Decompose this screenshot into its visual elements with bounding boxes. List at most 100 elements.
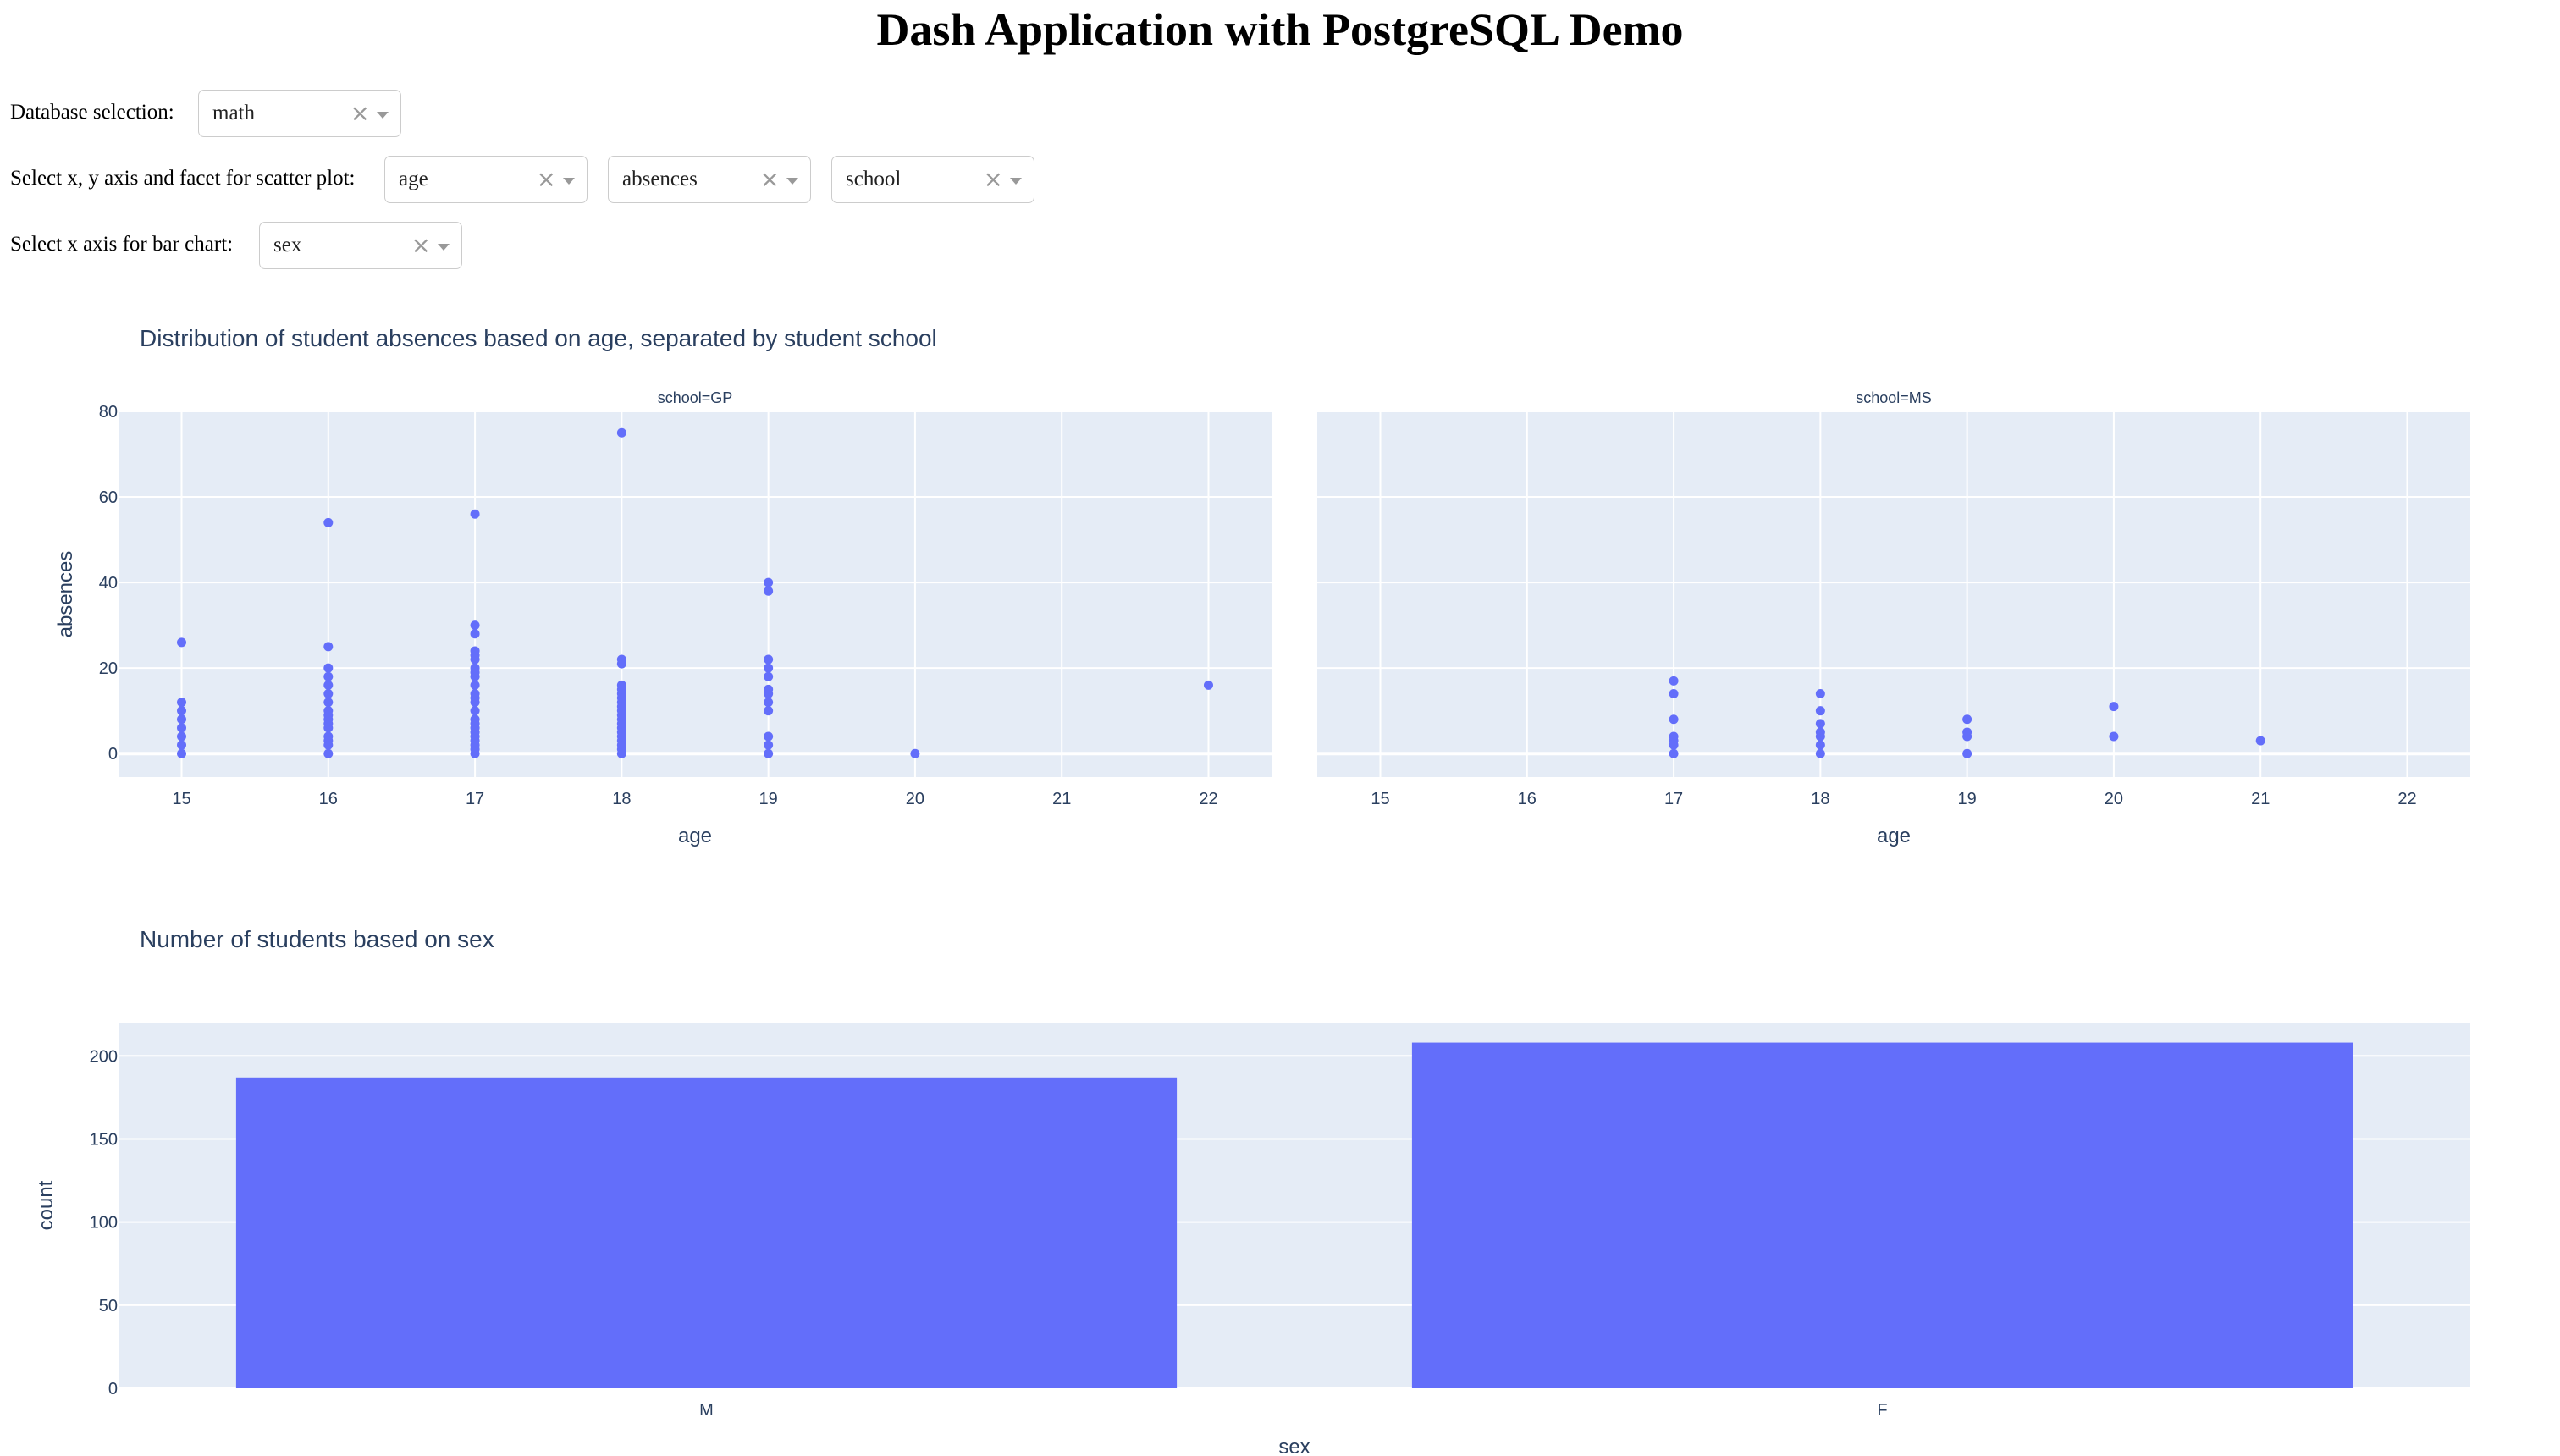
x-tick-label: 17	[1664, 790, 1683, 808]
scatter-x-dropdown[interactable]: age ×	[384, 156, 588, 203]
data-point	[177, 698, 187, 708]
close-icon[interactable]: ×	[760, 165, 780, 194]
chevron-down-icon[interactable]	[563, 178, 575, 185]
bar-x-dropdown-value: sex	[273, 234, 302, 256]
data-point	[764, 748, 774, 758]
data-point	[1815, 748, 1825, 758]
data-point	[764, 706, 774, 716]
x-tick-label: 15	[1371, 790, 1389, 808]
x-tick-label: 15	[172, 790, 190, 808]
data-point	[323, 671, 334, 681]
data-point	[323, 688, 334, 698]
data-point	[177, 637, 187, 648]
data-point	[764, 654, 774, 665]
data-point	[764, 740, 774, 750]
database-dropdown-value: math	[212, 102, 255, 124]
data-point	[177, 723, 187, 733]
bar-controls-label: Select x axis for bar chart:	[10, 233, 234, 256]
data-point	[2255, 736, 2265, 746]
chart-title: Distribution of student absences based o…	[140, 325, 937, 351]
data-point	[1962, 727, 1972, 737]
data-point	[323, 680, 334, 690]
scatter-facet-dropdown[interactable]: school ×	[831, 156, 1034, 203]
data-point	[323, 731, 334, 742]
chevron-down-icon[interactable]	[377, 112, 389, 119]
data-point	[470, 646, 480, 656]
chevron-down-icon[interactable]	[786, 178, 798, 185]
data-point	[1815, 740, 1825, 750]
data-point	[1815, 706, 1825, 716]
data-point	[470, 663, 480, 673]
facet-label: school=MS	[1856, 389, 1932, 406]
data-point	[764, 577, 774, 587]
x-tick-label: 22	[1199, 790, 1217, 808]
x-tick-label: 21	[1052, 790, 1071, 808]
chevron-down-icon[interactable]	[1010, 178, 1022, 185]
x-tick-label: 17	[466, 790, 484, 808]
data-point	[1962, 714, 1972, 725]
data-point	[470, 620, 480, 631]
data-point	[1815, 719, 1825, 729]
x-tick-label: 18	[1811, 790, 1829, 808]
data-point	[764, 663, 774, 673]
data-point	[764, 698, 774, 708]
data-point	[323, 642, 334, 652]
y-tick-label: 40	[99, 574, 118, 593]
data-point	[470, 629, 480, 639]
data-point	[470, 714, 480, 725]
x-tick-label: 18	[612, 790, 631, 808]
database-selection-label: Database selection:	[10, 101, 174, 124]
data-point	[177, 706, 187, 716]
x-tick-label: 19	[1958, 790, 1977, 808]
data-point	[910, 748, 920, 758]
x-tick-label: 16	[319, 790, 338, 808]
data-point	[470, 706, 480, 716]
scatter-y-dropdown[interactable]: absences ×	[608, 156, 811, 203]
scatter-facet-dropdown-value: school	[846, 168, 902, 190]
y-axis-label: absences	[54, 551, 77, 638]
data-point	[1203, 680, 1213, 690]
y-tick-label: 100	[90, 1214, 118, 1233]
data-point	[616, 680, 626, 690]
plot-area	[119, 411, 1272, 777]
y-tick-label: 0	[108, 745, 118, 764]
data-point	[323, 663, 334, 673]
data-point	[1669, 714, 1679, 725]
bar-chart[interactable]: Number of students based on sex 0 50 100 150…	[0, 914, 2560, 1456]
y-tick-label: 20	[99, 659, 118, 678]
plot-area	[1317, 411, 2470, 777]
x-axis-label: age	[678, 825, 712, 847]
database-dropdown[interactable]: math ×	[198, 90, 401, 137]
data-point	[177, 714, 187, 725]
x-tick-label: 22	[2397, 790, 2416, 808]
x-axis-label: sex	[1278, 1436, 1310, 1456]
data-point	[177, 731, 187, 742]
data-point	[616, 654, 626, 665]
data-point	[177, 748, 187, 758]
data-point	[323, 748, 334, 758]
data-point	[470, 688, 480, 698]
data-point	[764, 684, 774, 694]
chevron-down-icon[interactable]	[438, 244, 450, 251]
close-icon[interactable]: ×	[411, 231, 431, 260]
data-point	[470, 509, 480, 519]
bar-x-dropdown[interactable]: sex ×	[259, 222, 462, 269]
facet-label: school=GP	[658, 389, 733, 406]
close-icon[interactable]: ×	[350, 99, 370, 128]
scatter-y-dropdown-value: absences	[622, 168, 698, 190]
data-point	[323, 517, 334, 527]
x-tick-label: 20	[906, 790, 924, 808]
data-point	[1815, 727, 1825, 737]
scatter-chart[interactable]: Distribution of student absences based o…	[0, 305, 2560, 863]
close-icon[interactable]: ×	[537, 165, 556, 194]
y-tick-label: 50	[99, 1297, 118, 1315]
close-icon[interactable]: ×	[984, 165, 1003, 194]
data-point	[2109, 702, 2119, 712]
y-axis-label: count	[35, 1180, 58, 1230]
scatter-x-dropdown-value: age	[399, 168, 428, 190]
data-point	[764, 671, 774, 681]
data-point	[2109, 731, 2119, 742]
data-point	[1669, 731, 1679, 742]
x-tick-label: 19	[759, 790, 778, 808]
data-point	[323, 706, 334, 716]
